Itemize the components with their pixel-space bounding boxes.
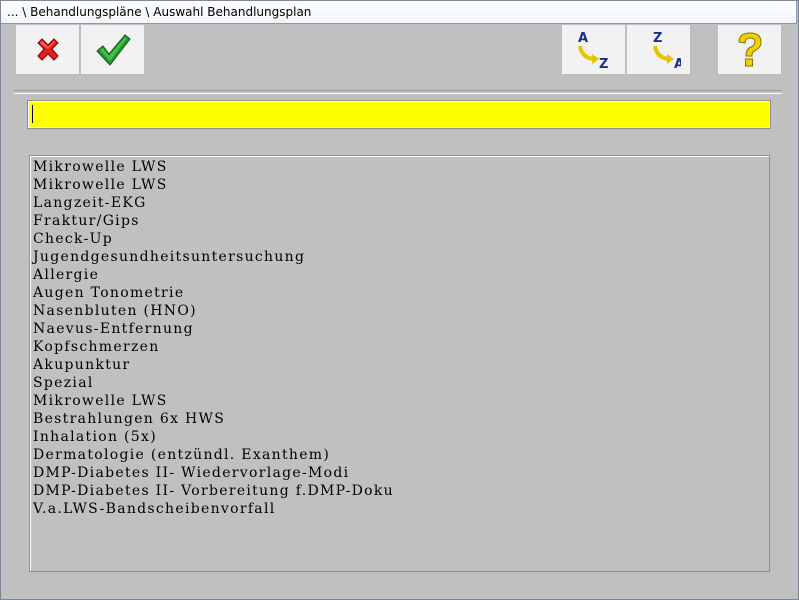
close-icon [36,37,59,61]
list-item[interactable]: V.a.LWS-Bandscheibenvorfall [33,500,769,518]
list-item[interactable]: Jugendgesundheitsuntersuchung [33,248,769,266]
list-item[interactable]: Mikrowelle LWS [33,176,769,194]
list-item[interactable]: Fraktur/Gips [33,212,769,230]
help-button[interactable] [718,25,782,75]
list-item[interactable]: Spezial [33,374,769,392]
sort-za-top-letter: Z [653,31,662,46]
list-item[interactable]: Allergie [33,266,769,284]
toolbar-divider [14,90,782,94]
list-item[interactable]: Dermatologie (entzündl. Exanthem) [33,446,769,464]
sort-za-bottom-letter: A [674,57,681,72]
list-item[interactable]: Kopfschmerzen [33,338,769,356]
list-item[interactable]: Mikrowelle LWS [33,392,769,410]
question-icon [737,31,762,66]
list-item[interactable]: Mikrowelle LWS [33,158,769,176]
treatment-plan-list[interactable]: Mikrowelle LWS Mikrowelle LWS Langzeit-EKG… [29,155,770,572]
sort-az-top-letter: A [578,31,588,46]
list-item[interactable]: DMP-Diabetes II- Vorbereitung f.DMP-Doku [33,482,769,500]
text-caret [32,105,33,123]
sort-az-bottom-letter: Z [599,57,608,72]
sort-a-z-icon: A Z [578,31,608,72]
cancel-button[interactable] [16,25,80,75]
search-input[interactable] [27,100,771,129]
list-item[interactable]: Akupunktur [33,356,769,374]
list-item[interactable]: Inhalation (5x) [33,428,769,446]
list-item[interactable]: Nasenbluten (HNO) [33,302,769,320]
sort-descending-button[interactable]: Z A [627,25,691,75]
toolbar: A Z Z A [1,24,798,91]
list-item[interactable]: Langzeit-EKG [33,194,769,212]
list-item[interactable]: Naevus-Entfernung [33,320,769,338]
check-icon [95,33,131,66]
list-item[interactable]: Check-Up [33,230,769,248]
confirm-button[interactable] [81,25,145,75]
list-item[interactable]: Bestrahlungen 6x HWS [33,410,769,428]
list-item[interactable]: Augen Tonometrie [33,284,769,302]
window-title: ... \ Behandlungspläne \ Auswahl Behandl… [0,0,797,24]
list-item[interactable]: DMP-Diabetes II- Wiedervorlage-Modi [33,464,769,482]
sort-z-a-icon: Z A [653,31,681,72]
sort-ascending-button[interactable]: A Z [562,25,626,75]
